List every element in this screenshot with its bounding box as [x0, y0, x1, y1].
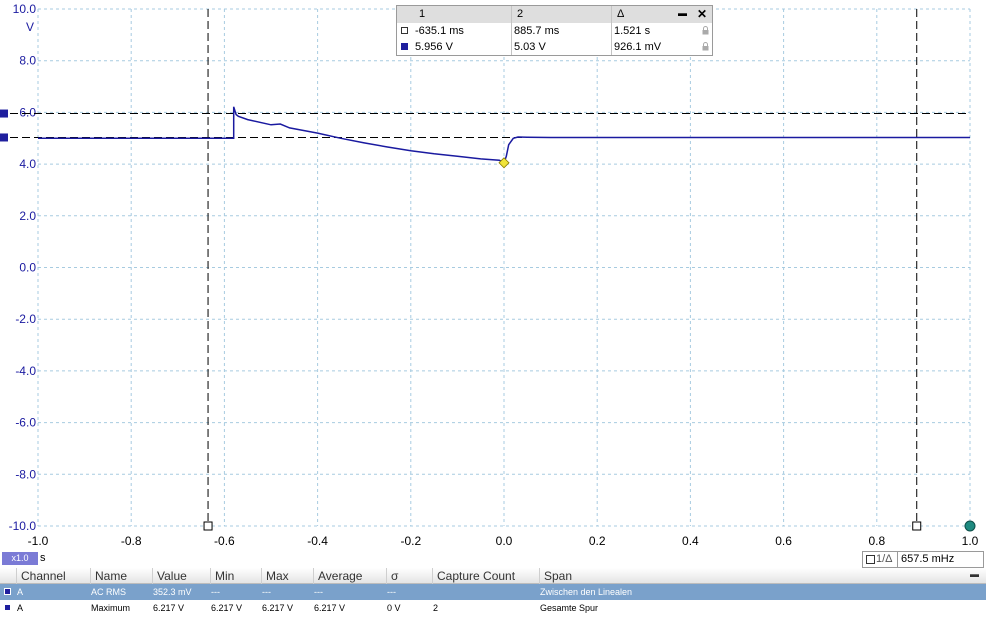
ruler-col-1: 1: [419, 8, 426, 20]
cell-name: AC RMS: [91, 587, 127, 597]
cell-name: Maximum: [91, 603, 131, 613]
ruler-handles[interactable]: [0, 109, 976, 532]
voltage-ruler-2-value: 5.03 V: [514, 41, 546, 53]
cell-channel: A: [17, 603, 24, 613]
col-name[interactable]: Name: [90, 568, 152, 584]
y-tick-label: -4.0: [15, 364, 36, 378]
x-zoom-badge[interactable]: x1.0: [2, 552, 38, 565]
y-tick-label: -2.0: [15, 312, 36, 326]
x-tick-label: -1.0: [28, 534, 49, 548]
oscilloscope-plot[interactable]: 10.08.06.04.02.00.0-2.0-4.0-6.0-8.0-10.0…: [0, 0, 986, 568]
ruler-row-voltage: 5.956 V 5.03 V 926.1 mV: [397, 39, 712, 55]
measurements-header: Channel Name Value Min Max Average σ Cap…: [0, 568, 986, 584]
col-min[interactable]: Min: [210, 568, 261, 584]
close-icon[interactable]: ✕: [697, 6, 707, 22]
x-tick-label: 0.4: [682, 534, 699, 548]
channel-color-icon: [4, 588, 11, 595]
col-value[interactable]: Value: [152, 568, 210, 584]
col-max[interactable]: Max: [261, 568, 313, 584]
x-tick-label: 0.2: [589, 534, 606, 548]
cell-min: ---: [211, 587, 220, 597]
measurement-row[interactable]: A Maximum 6.217 V 6.217 V 6.217 V 6.217 …: [0, 600, 986, 616]
ruler-row-time: -635.1 ms 885.7 ms 1.521 s: [397, 23, 712, 39]
ruler-col-delta: Δ: [617, 8, 625, 20]
x-tick-label: 0.8: [868, 534, 885, 548]
time-ruler-1-value: -635.1 ms: [415, 25, 464, 37]
cell-average: ---: [314, 587, 323, 597]
frequency-readout: 1/Δ 657.5 mHz: [862, 551, 984, 568]
cell-sigma: ---: [387, 587, 396, 597]
cell-capture-count: 2: [433, 603, 439, 613]
plot-grid: [37, 8, 971, 527]
time-ruler-delta: 1.521 s: [614, 25, 651, 37]
voltage-ruler-handle[interactable]: [0, 109, 8, 118]
cell-channel: A: [17, 587, 24, 597]
cell-max: 6.217 V: [262, 603, 294, 613]
cell-value: 352.3 mV: [153, 587, 192, 597]
x-tick-label: 1.0: [962, 534, 979, 548]
time-ruler-icon: [401, 27, 408, 34]
y-tick-label: 0.0: [19, 261, 36, 275]
y-tick-label: -6.0: [15, 416, 36, 430]
lock-icon[interactable]: [702, 26, 709, 35]
ruler-col-2: 2: [517, 8, 524, 20]
y-tick-label: -10.0: [9, 519, 37, 533]
x-tick-label: -0.8: [121, 534, 142, 548]
measurement-row[interactable]: A AC RMS 352.3 mV --- --- --- --- Zwisch…: [0, 584, 986, 600]
cell-span: Gesamte Spur: [540, 603, 599, 613]
ruler-table-header: 1 2 Δ ▬ ✕: [397, 6, 712, 23]
channel-color-icon: [4, 604, 11, 611]
y-axis-unit: V: [26, 20, 34, 34]
time-ruler-handle[interactable]: [912, 521, 922, 531]
voltage-ruler-handle[interactable]: [0, 133, 8, 142]
col-span[interactable]: Span: [539, 568, 959, 584]
cell-average: 6.217 V: [314, 603, 346, 613]
x-tick-label: -0.2: [400, 534, 421, 548]
frequency-label: 1/Δ: [876, 553, 893, 565]
x-tick-label: -0.4: [307, 534, 328, 548]
voltage-ruler-delta: 926.1 mV: [614, 41, 662, 53]
y-tick-label: -8.0: [15, 467, 36, 481]
minimize-icon[interactable]: ▬: [678, 5, 687, 21]
lock-icon[interactable]: [702, 42, 709, 51]
x-tick-label: 0.0: [496, 534, 513, 548]
col-channel[interactable]: Channel: [16, 568, 90, 584]
cell-min: 6.217 V: [211, 603, 243, 613]
col-capture-count[interactable]: Capture Count: [432, 568, 539, 584]
y-tick-label: 2.0: [19, 209, 36, 223]
y-tick-label: 4.0: [19, 157, 36, 171]
voltage-ruler-1-value: 5.956 V: [415, 41, 453, 53]
trigger-marker: [498, 157, 510, 169]
y-tick-label: 6.0: [19, 105, 36, 119]
y-tick-label: 8.0: [19, 54, 36, 68]
post-trigger-handle[interactable]: [964, 520, 976, 532]
col-average[interactable]: Average: [313, 568, 386, 584]
ruler-table: 1 2 Δ ▬ ✕ -635.1 ms 885.7 ms 1.521 s 5.9…: [396, 5, 713, 56]
x-tick-label: -0.6: [214, 534, 235, 548]
cell-capture-count: [429, 584, 433, 600]
col-sigma[interactable]: σ: [386, 568, 432, 584]
cell-value: 6.217 V: [153, 603, 185, 613]
voltage-ruler-icon: [401, 43, 408, 50]
measurements-table: Channel Name Value Min Max Average σ Cap…: [0, 568, 986, 620]
frequency-value: 657.5 mHz: [901, 553, 955, 565]
x-axis-unit: s: [40, 552, 46, 564]
x-tick-label: 0.6: [775, 534, 792, 548]
y-axis-tick-labels: 10.0 8.0 6.0 4.0 2.0 0.0 -2.0 -4.0 -6.0 -8.0 -10.0: [9, 2, 37, 533]
x-axis-tick-labels: -1.0 -0.8 -0.6 -0.4 -0.2 0.0 0.2 0.4 0.6 0.8 1.0: [28, 534, 979, 548]
ruler-square-icon: [866, 555, 875, 564]
y-tick-label: 10.0: [13, 2, 37, 16]
time-ruler-2-value: 885.7 ms: [514, 25, 560, 37]
cell-span: Zwischen den Linealen: [540, 587, 633, 597]
cell-sigma: 0 V: [387, 603, 401, 613]
cell-max: ---: [262, 587, 271, 597]
time-ruler-handle[interactable]: [203, 521, 213, 531]
collapse-icon[interactable]: ▬: [970, 569, 979, 579]
